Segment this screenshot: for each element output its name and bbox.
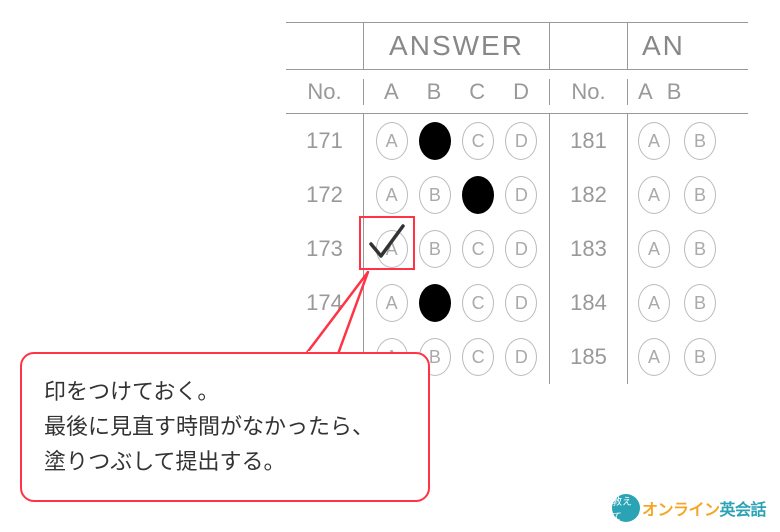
callout-line: 印をつけておく。 (44, 374, 406, 409)
site-logo: 教えて オンライン英会話 (612, 494, 766, 522)
row-number: 174 (286, 276, 364, 330)
table-row: 182AB (550, 168, 748, 222)
answer-block-2: AN No. A B 181AB182AB183AB184AB185AB (550, 22, 748, 384)
answer-bubble[interactable]: D (505, 284, 537, 322)
row-number: 184 (550, 276, 628, 330)
subheader: No. A B C D (286, 70, 550, 114)
answer-bubble[interactable]: B (419, 284, 451, 322)
instruction-callout: 印をつけておく。 最後に見直す時間がなかったら、 塗りつぶして提出する。 (20, 352, 430, 502)
no-label-2: No. (550, 79, 628, 105)
table-row: 183AB (550, 222, 748, 276)
answer-bubble[interactable]: C (462, 230, 494, 268)
option-header: B (667, 79, 682, 105)
option-header: B (427, 79, 442, 105)
table-row: 171ABCD (286, 114, 550, 168)
answer-cell: ABCD (364, 276, 550, 330)
answer-bubble[interactable]: C (462, 176, 494, 214)
answer-bubble[interactable]: B (684, 176, 716, 214)
subheader-2: No. A B (550, 70, 748, 114)
no-label: No. (286, 79, 364, 105)
callout-line: 最後に見直す時間がなかったら、 (44, 409, 406, 444)
row-number: 185 (550, 330, 628, 384)
answer-bubble[interactable]: B (684, 284, 716, 322)
answer-bubble[interactable]: B (419, 176, 451, 214)
answer-cell: AB (628, 330, 748, 384)
answer-bubble[interactable]: C (462, 338, 494, 376)
table-row: 173ABCD (286, 222, 550, 276)
answer-block-1: ANSWER No. A B C D 171ABCD172ABCD173ABCD… (286, 22, 550, 384)
answer-cell: ABCD (364, 222, 550, 276)
answer-bubble[interactable]: A (376, 176, 408, 214)
table-row: 174ABCD (286, 276, 550, 330)
row-number: 172 (286, 168, 364, 222)
logo-badge: 教えて (612, 494, 640, 522)
answer-header-2: AN (628, 22, 748, 70)
answer-bubble[interactable]: D (505, 122, 537, 160)
answer-sheet: ANSWER No. A B C D 171ABCD172ABCD173ABCD… (286, 22, 748, 384)
answer-cell: AB (628, 114, 748, 168)
answer-bubble[interactable]: B (684, 230, 716, 268)
answer-bubble[interactable]: B (419, 122, 451, 160)
answer-bubble[interactable]: C (462, 122, 494, 160)
option-header: C (469, 79, 485, 105)
table-row: 184AB (550, 276, 748, 330)
answer-bubble[interactable]: D (505, 230, 537, 268)
answer-bubble[interactable]: D (505, 176, 537, 214)
table-row: 172ABCD (286, 168, 550, 222)
answer-bubble[interactable]: A (638, 338, 670, 376)
answer-cell: AB (628, 168, 748, 222)
answer-cell: AB (628, 222, 748, 276)
answer-bubble[interactable]: A (376, 122, 408, 160)
answer-bubble[interactable]: A (376, 230, 408, 268)
option-header: A (638, 79, 653, 105)
row-number: 171 (286, 114, 364, 168)
row-number: 182 (550, 168, 628, 222)
row-number: 181 (550, 114, 628, 168)
logo-text: オンライン英会話 (642, 496, 766, 520)
answer-cell: ABCD (364, 168, 550, 222)
answer-cell: AB (628, 276, 748, 330)
table-row: 185AB (550, 330, 748, 384)
answer-bubble[interactable]: A (638, 230, 670, 268)
table-row: 181AB (550, 114, 748, 168)
row-number: 183 (550, 222, 628, 276)
answer-bubble[interactable]: D (505, 338, 537, 376)
answer-bubble[interactable]: A (638, 176, 670, 214)
answer-header: ANSWER (364, 22, 550, 70)
answer-cell: ABCD (364, 114, 550, 168)
answer-bubble[interactable]: C (462, 284, 494, 322)
answer-bubble[interactable]: A (376, 284, 408, 322)
answer-bubble[interactable]: A (638, 284, 670, 322)
option-header: A (384, 79, 399, 105)
callout-line: 塗りつぶして提出する。 (44, 444, 406, 479)
option-header: D (513, 79, 529, 105)
row-number: 173 (286, 222, 364, 276)
answer-bubble[interactable]: B (684, 338, 716, 376)
answer-bubble[interactable]: B (684, 122, 716, 160)
answer-bubble[interactable]: A (638, 122, 670, 160)
answer-bubble[interactable]: B (419, 230, 451, 268)
